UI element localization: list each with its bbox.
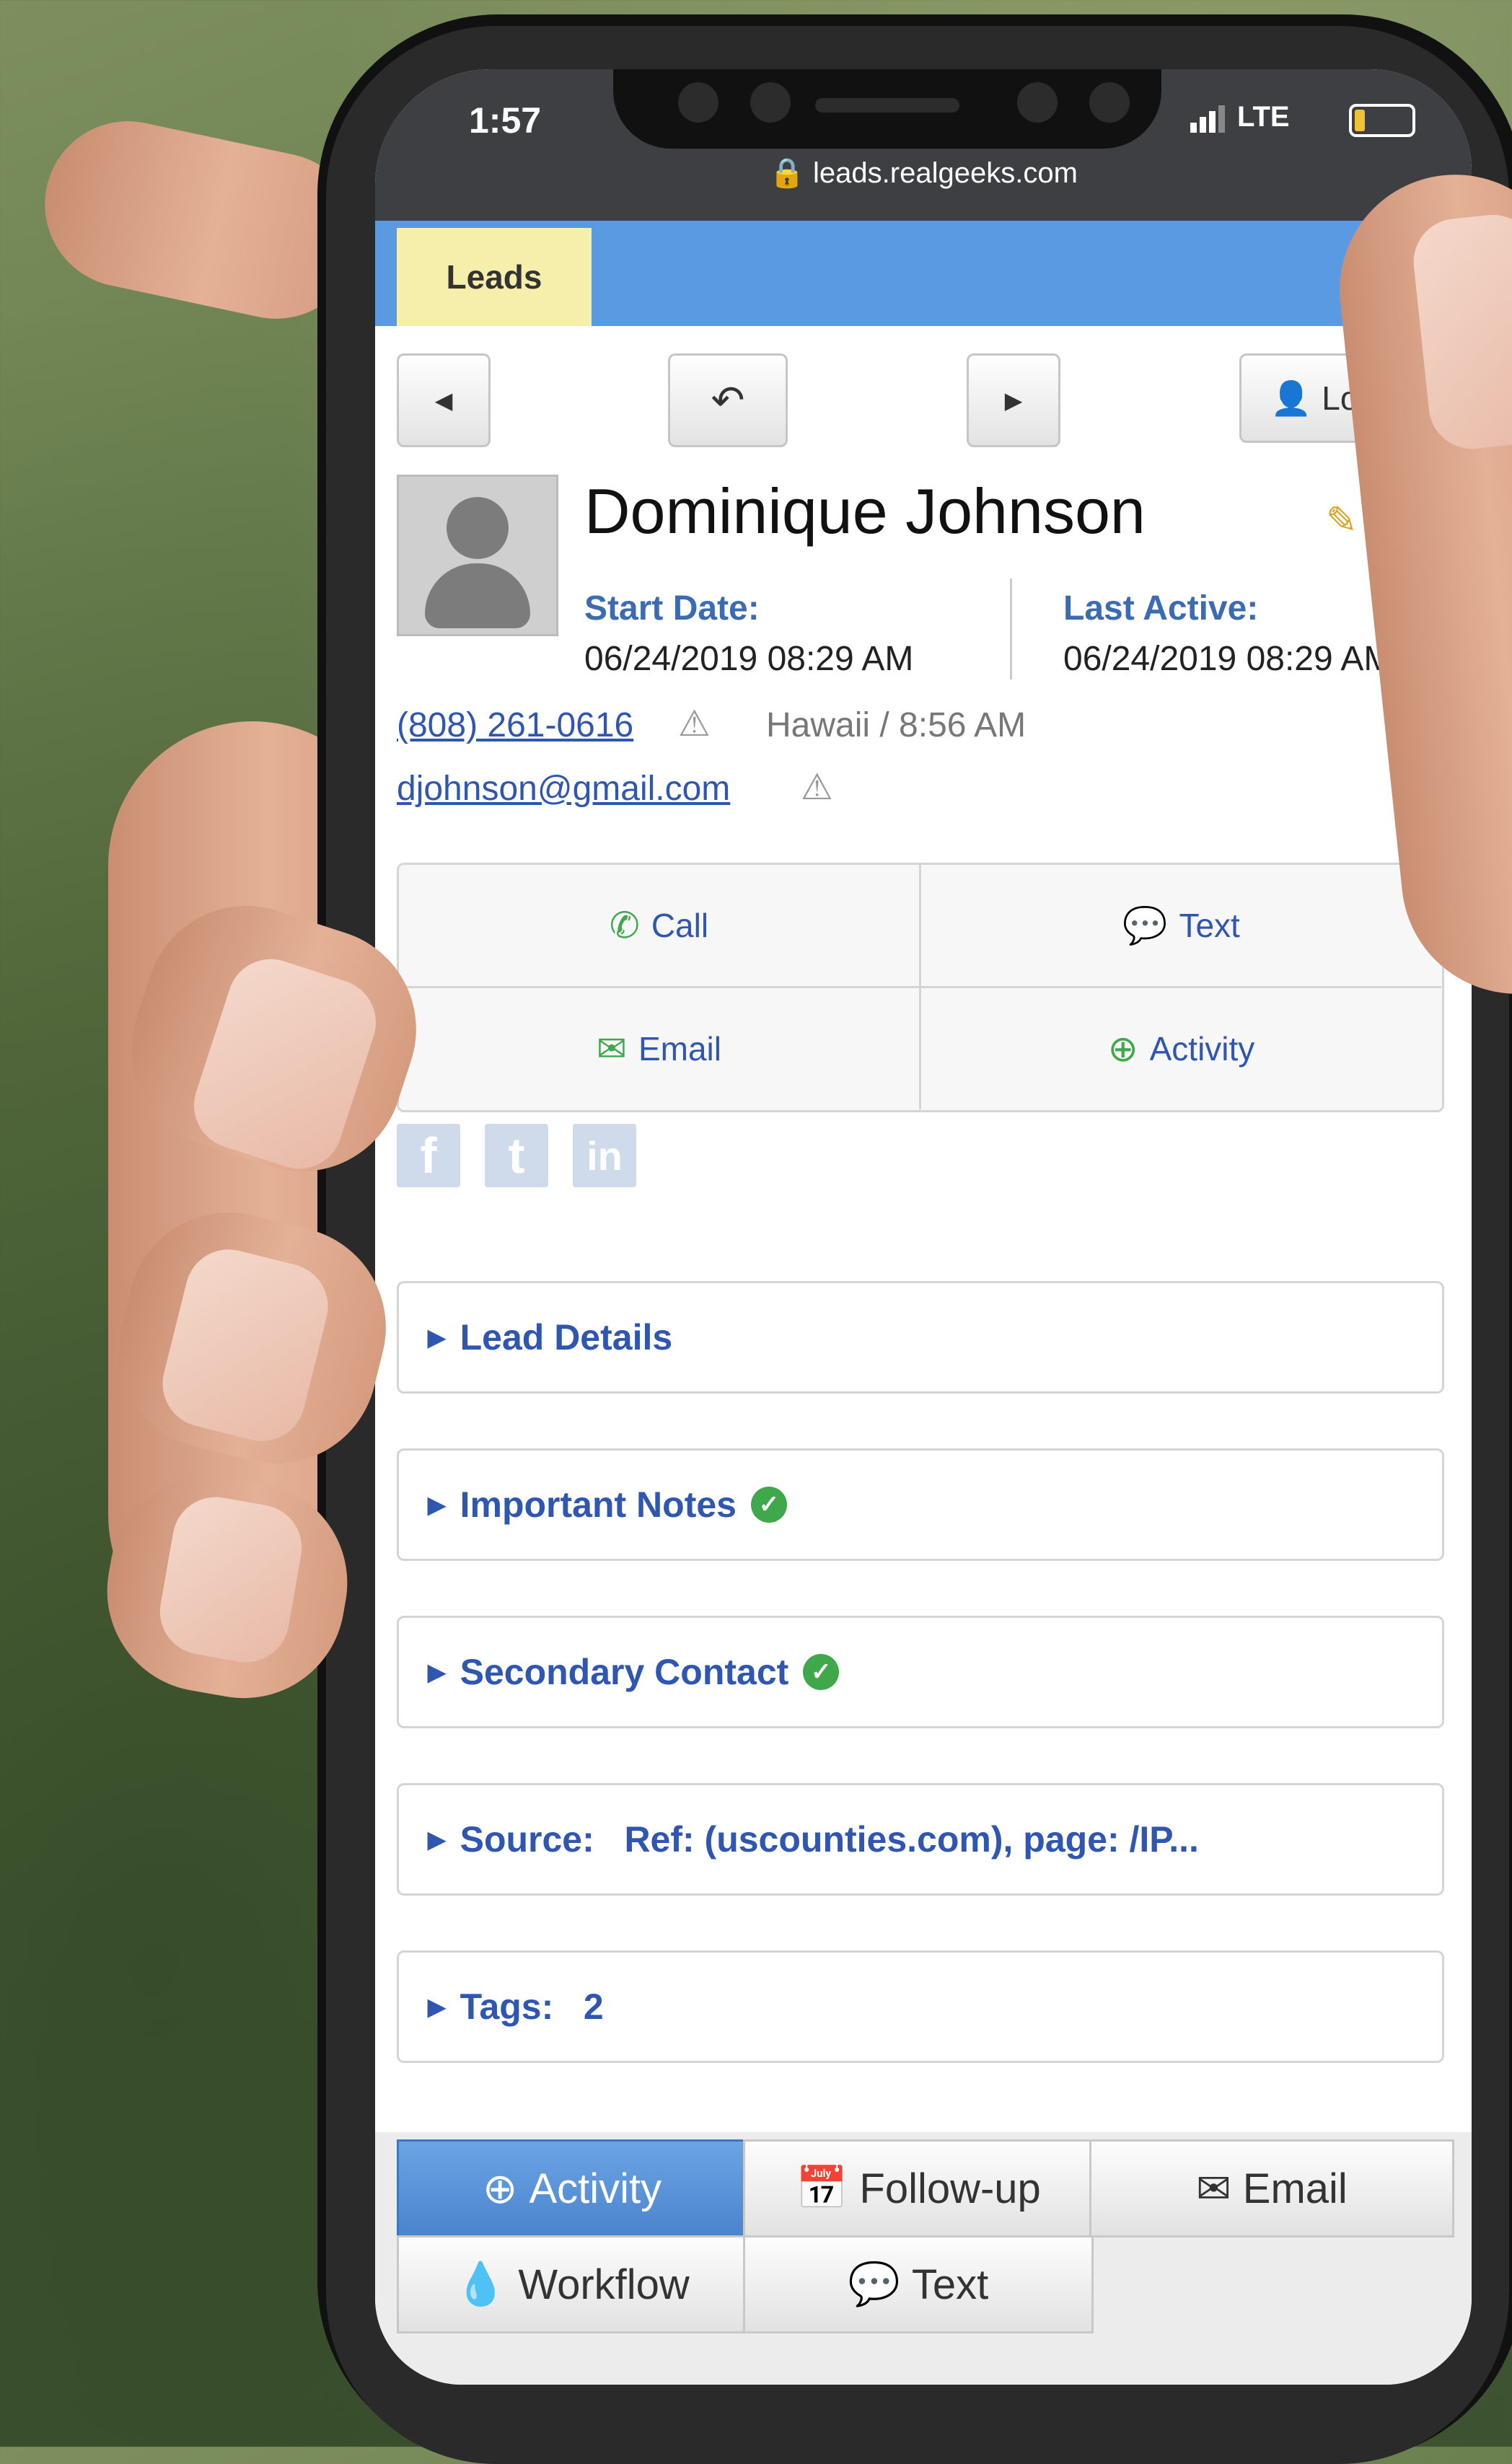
- caret-right-icon: ▶: [428, 1492, 446, 1518]
- calendar-icon: 📅: [796, 2165, 848, 2212]
- check-circle-icon: ✓: [803, 1654, 840, 1690]
- tab-text[interactable]: 💬 Text: [743, 2235, 1094, 2333]
- warning-icon: ⚠: [678, 703, 711, 744]
- edit-pencil-icon[interactable]: ✎: [1326, 499, 1358, 542]
- warning-icon: ⚠: [801, 767, 833, 807]
- panel-source[interactable]: ▶ Source: Ref: (uscounties.com), page: /I…: [397, 1783, 1444, 1896]
- tab-email[interactable]: ✉ Email: [1089, 2139, 1454, 2238]
- divider: [1010, 578, 1012, 679]
- caret-right-icon: ▶: [1004, 387, 1023, 413]
- url-text: leads.realgeeks.com: [813, 157, 1078, 189]
- tab-workflow[interactable]: 💧 Workflow: [397, 2235, 747, 2333]
- start-date-value: 06/24/2019 08:29 AM: [584, 640, 914, 678]
- comments-icon: 💬: [848, 2261, 900, 2307]
- twitter-icon[interactable]: t: [485, 1124, 548, 1187]
- envelope-icon: ✉: [1196, 2165, 1231, 2212]
- plus-circle-icon: ⊕: [482, 2165, 518, 2212]
- status-bar: 1:57 LTE 🔒 leads.realgeeks.com: [375, 69, 1472, 221]
- email-button[interactable]: ✉ Email: [399, 988, 921, 1109]
- check-circle-icon: ✓: [750, 1487, 787, 1523]
- network-label: LTE: [1237, 101, 1290, 133]
- back-button[interactable]: ↶: [668, 353, 788, 447]
- reply-icon: ↶: [711, 377, 745, 423]
- panel-secondary-contact[interactable]: ▶ Secondary Contact ✓: [397, 1616, 1444, 1728]
- last-active-label: Last Active:: [1063, 589, 1259, 628]
- facebook-icon[interactable]: f: [397, 1124, 460, 1187]
- drop-icon: 💧: [454, 2261, 507, 2307]
- url-bar[interactable]: 🔒 leads.realgeeks.com: [375, 156, 1472, 190]
- prev-button[interactable]: ◀: [397, 353, 491, 447]
- status-time: 1:57: [469, 100, 542, 141]
- lock-icon: 🔒: [769, 157, 814, 189]
- plus-circle-icon: ⊕: [1107, 1029, 1138, 1069]
- location-time: Hawaii / 8:56 AM: [766, 706, 1027, 744]
- caret-right-icon: ▶: [428, 1994, 446, 2020]
- next-button[interactable]: ▶: [967, 353, 1060, 447]
- caret-right-icon: ▶: [428, 1324, 446, 1350]
- phone-link[interactable]: (808) 261-0616: [397, 705, 633, 745]
- signal-icon: [1190, 105, 1228, 133]
- phone-notch: [613, 69, 1161, 149]
- caret-left-icon: ◀: [434, 387, 453, 413]
- email-link[interactable]: djohnson@gmail.com: [397, 769, 730, 809]
- caret-right-icon: ▶: [428, 1826, 446, 1852]
- caret-right-icon: ▶: [428, 1659, 446, 1685]
- action-grid: ✆ Call 💬 Text ✉ Email ⊕ Activity: [397, 863, 1444, 1112]
- bottom-tab-bar: ⊕ Activity 📅 Follow-up ✉ Email 💧 Workflow 💬 T…: [375, 2132, 1472, 2385]
- panel-lead-details[interactable]: ▶ Lead Details: [397, 1281, 1444, 1394]
- start-date-label: Start Date:: [584, 589, 760, 628]
- user-icon: 👤: [1270, 379, 1312, 417]
- avatar: [397, 475, 558, 636]
- linkedin-icon[interactable]: in: [573, 1124, 636, 1187]
- app-navbar: Leads: [375, 221, 1472, 326]
- text-button[interactable]: 💬 Text: [921, 865, 1441, 988]
- comments-icon: 💬: [1122, 905, 1168, 946]
- phone-screen: 1:57 LTE 🔒 leads.realgeeks.com Leads ◀ ↶…: [375, 69, 1472, 2385]
- battery-icon: [1349, 104, 1415, 137]
- lead-name: Dominique Johnson: [584, 475, 1146, 547]
- tab-follow-up[interactable]: 📅 Follow-up: [743, 2139, 1094, 2238]
- last-active-value: 06/24/2019 08:29 AM: [1063, 640, 1393, 678]
- panel-tags[interactable]: ▶ Tags: 2: [397, 1950, 1444, 2063]
- panel-important-notes[interactable]: ▶ Important Notes ✓: [397, 1448, 1444, 1561]
- phone-icon: ✆: [609, 905, 640, 946]
- tab-activity[interactable]: ⊕ Activity: [397, 2139, 747, 2238]
- activity-button[interactable]: ⊕ Activity: [921, 988, 1441, 1109]
- call-button[interactable]: ✆ Call: [399, 865, 921, 988]
- envelope-icon: ✉: [597, 1029, 627, 1069]
- tab-leads[interactable]: Leads: [397, 228, 592, 326]
